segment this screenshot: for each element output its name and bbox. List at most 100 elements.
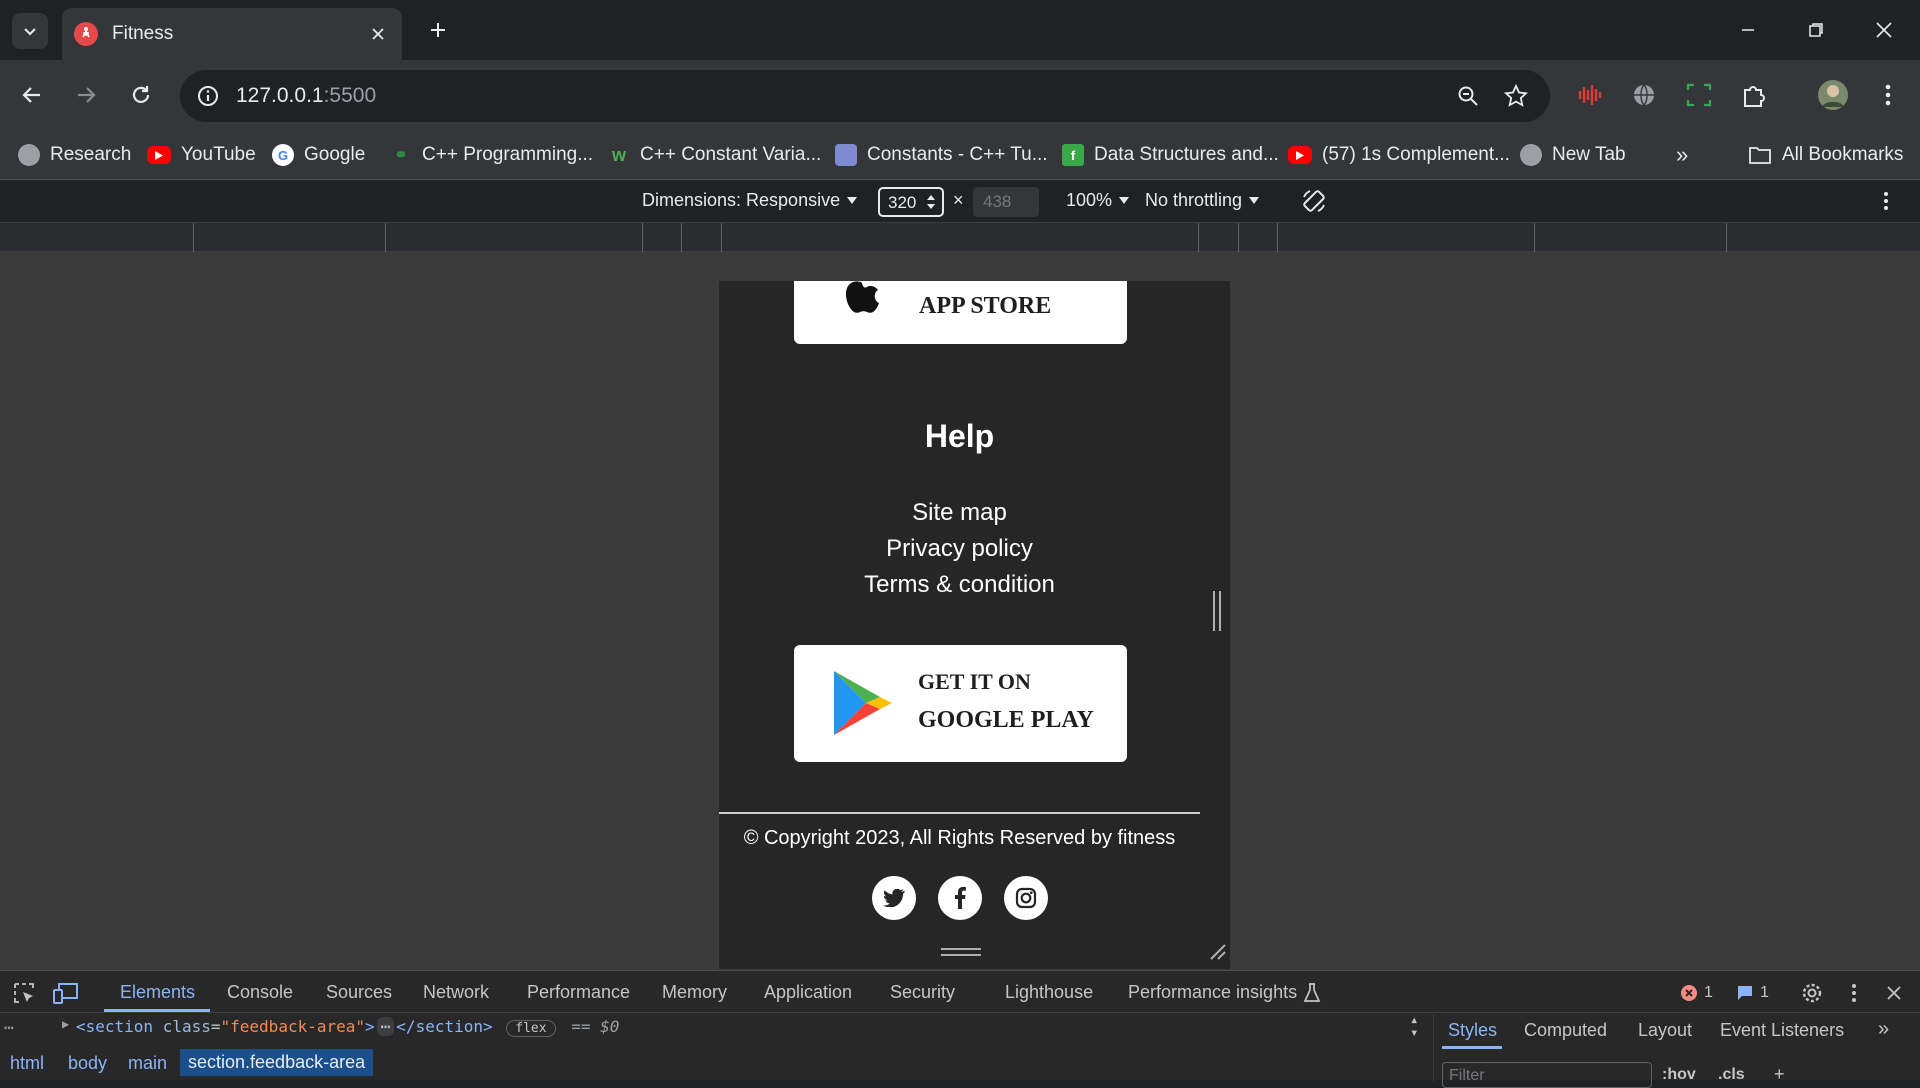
devtools-menu-icon[interactable] (1840, 979, 1868, 1007)
ruler-tick (642, 223, 643, 253)
flex-badge[interactable]: flex (506, 1020, 556, 1037)
audio-extension-icon[interactable] (1570, 75, 1610, 115)
dimensions-dropdown[interactable]: Dimensions: Responsive (642, 190, 858, 211)
bookmarks-overflow-button[interactable]: » (1676, 138, 1688, 172)
styles-filter-input[interactable]: Filter (1442, 1062, 1652, 1088)
forward-button[interactable] (66, 75, 106, 115)
tab-console[interactable]: Console (227, 982, 293, 1003)
throttling-dropdown[interactable]: No throttling (1145, 190, 1260, 211)
tab-computed[interactable]: Computed (1524, 1020, 1607, 1041)
device-toolbar-menu[interactable] (1883, 191, 1889, 211)
hov-toggle[interactable]: :hov (1662, 1066, 1696, 1084)
rotate-button[interactable] (1300, 187, 1328, 215)
tab-network[interactable]: Network (423, 982, 489, 1003)
zoom-icon[interactable] (1452, 80, 1484, 112)
bookmark-star-icon[interactable] (1500, 80, 1532, 112)
caret-down-icon (1249, 196, 1260, 204)
ellipsis-icon[interactable]: ⋯ (4, 1018, 14, 1037)
side-tabs-overflow[interactable]: » (1878, 1018, 1889, 1041)
reload-button[interactable] (121, 75, 161, 115)
facebook-link[interactable] (938, 876, 982, 920)
error-counter[interactable]: 1 (1680, 979, 1728, 1007)
arrow-right-icon (78, 87, 96, 103)
all-bookmarks-button[interactable]: All Bookmarks (1748, 138, 1903, 172)
kebab-menu-icon (1885, 84, 1891, 106)
tab-event-listeners[interactable]: Event Listeners (1720, 1020, 1844, 1041)
twitter-icon (883, 889, 905, 907)
close-window-button[interactable] (1864, 10, 1904, 50)
app-store-button[interactable]: APP STORE (794, 281, 1127, 344)
restore-button[interactable] (1796, 10, 1836, 50)
site-info-icon[interactable] (192, 80, 224, 112)
corner-resize-handle[interactable] (1207, 941, 1227, 961)
spinner-icon[interactable] (926, 193, 936, 211)
twitter-link[interactable] (872, 876, 916, 920)
plus-icon (431, 23, 445, 37)
cls-toggle[interactable]: .cls (1718, 1066, 1745, 1084)
extensions-puzzle-icon[interactable] (1734, 75, 1774, 115)
tab-memory[interactable]: Memory (662, 982, 727, 1003)
arrow-left-icon (22, 87, 40, 103)
tab-layout[interactable]: Layout (1638, 1020, 1692, 1041)
resize-corner-icon (1210, 944, 1226, 960)
scroll-arrows-icon[interactable]: ▴ ▾ (1410, 1013, 1418, 1040)
tab-styles[interactable]: Styles (1448, 1020, 1497, 1041)
breadcrumb-section[interactable]: section.feedback-area (180, 1049, 374, 1076)
zoom-dropdown[interactable]: 100% (1066, 190, 1130, 211)
tab-elements[interactable]: Elements (120, 982, 195, 1003)
bookmark-data-structures[interactable]: f Data Structures and... (1062, 138, 1279, 172)
bookmark-google[interactable]: G Google (272, 138, 365, 172)
close-devtools-icon[interactable] (1880, 979, 1908, 1007)
terms-condition-link[interactable]: Terms & condition (719, 571, 1200, 599)
tab-performance[interactable]: Performance (527, 982, 630, 1003)
media-query-ruler[interactable] (0, 222, 1920, 253)
breadcrumb-body[interactable]: body (68, 1053, 107, 1074)
device-toolbar: Dimensions: Responsive 320 × 438 100% No… (0, 181, 1920, 222)
experiment-flask-icon (1298, 979, 1326, 1007)
new-tab-button[interactable] (422, 14, 454, 46)
breadcrumb-main[interactable]: main (128, 1053, 167, 1074)
tab-lighthouse[interactable]: Lighthouse (1005, 982, 1093, 1003)
add-rule-icon[interactable]: + (1774, 1064, 1785, 1085)
bookmark-1s-complement[interactable]: (57) 1s Complement... (1288, 138, 1510, 172)
breadcrumb: html body main section.feedback-area (0, 1049, 1430, 1081)
site-map-link[interactable]: Site map (719, 499, 1200, 527)
back-button[interactable] (12, 75, 52, 115)
tab-search-button[interactable] (12, 13, 48, 49)
bookmark-constants[interactable]: Constants - C++ Tu... (835, 138, 1048, 172)
message-counter[interactable]: 1 (1736, 979, 1784, 1007)
tab-application[interactable]: Application (764, 982, 852, 1003)
address-bar[interactable]: 127.0.0.1:5500 (180, 70, 1550, 122)
bookmark-new-tab[interactable]: New Tab (1520, 138, 1626, 172)
browser-tab[interactable]: Fitness (62, 8, 402, 60)
globe-extension-icon[interactable] (1624, 75, 1664, 115)
active-tab-indicator (104, 1009, 210, 1012)
close-tab-icon[interactable] (366, 22, 390, 46)
tab-security[interactable]: Security (890, 982, 955, 1003)
expand-triangle-icon[interactable]: ▶ (62, 1017, 69, 1031)
dom-tree-selected-node[interactable]: ⋯ ▶ <section class="feedback-area"> ⋯ </se… (0, 1013, 1430, 1040)
device-toggle-icon[interactable] (52, 979, 80, 1007)
browser-menu-button[interactable] (1868, 75, 1908, 115)
bookmark-cpp-constant[interactable]: w C++ Constant Varia... (608, 138, 821, 172)
bookmark-research[interactable]: Research (18, 138, 131, 172)
height-input[interactable]: 438 (973, 187, 1039, 217)
tab-sources[interactable]: Sources (326, 982, 392, 1003)
instagram-link[interactable] (1004, 876, 1048, 920)
minimize-button[interactable] (1728, 10, 1768, 50)
google-play-button[interactable]: GET IT ON GOOGLE PLAY (794, 645, 1127, 762)
settings-gear-icon[interactable] (1798, 979, 1826, 1007)
right-resize-handle[interactable] (1213, 591, 1221, 631)
inspect-element-icon[interactable] (10, 979, 38, 1007)
profile-avatar[interactable] (1813, 75, 1853, 115)
google-play-top-label: GET IT ON (918, 669, 1031, 694)
tab-performance-insights[interactable]: Performance insights (1128, 982, 1297, 1003)
avatar-icon (1818, 80, 1848, 110)
bottom-resize-handle[interactable] (941, 948, 981, 958)
privacy-policy-link[interactable]: Privacy policy (719, 535, 1200, 563)
bookmark-youtube[interactable]: YouTube (147, 138, 256, 172)
breadcrumb-html[interactable]: html (10, 1053, 44, 1074)
screenshot-extension-icon[interactable] (1679, 75, 1719, 115)
bookmark-cpp-programming[interactable]: ⚭ C++ Programming... (390, 138, 593, 172)
width-input[interactable]: 320 (878, 187, 944, 217)
